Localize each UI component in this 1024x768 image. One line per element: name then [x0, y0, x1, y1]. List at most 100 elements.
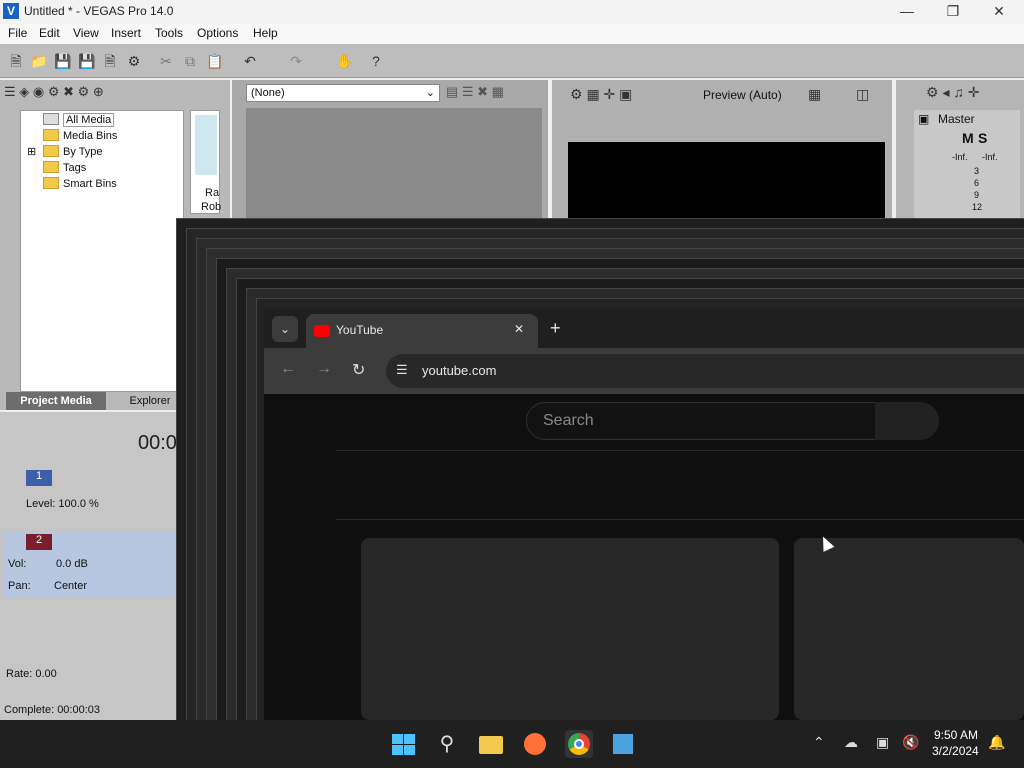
volume-muted-icon[interactable]: 🔇	[902, 734, 919, 751]
tree-expand-by-type[interactable]: ⊞	[27, 145, 36, 158]
back-arrow-icon[interactable]: ←	[280, 360, 296, 378]
clock-date[interactable]: 3/2/2024	[932, 744, 979, 758]
track-list-panel: 00:0 1 Level: 100.0 % 2 Vol: 0.0 dB Pan:…	[0, 412, 177, 720]
new-tab-plus-icon[interactable]: +	[550, 318, 561, 339]
address-url: youtube.com	[422, 363, 497, 378]
tab-project-media[interactable]: Project Media	[6, 392, 106, 410]
master-bus-panel: ⚙ ◂ ♫ ✛ ▣ Master M S -Inf. -Inf. 3 6 9 1…	[896, 80, 1024, 220]
preview-mode-dropdown[interactable]: Preview (Auto)	[703, 88, 782, 102]
minimize-button[interactable]: —	[884, 0, 930, 24]
track-2-header[interactable]: 2 Vol: 0.0 dB Pan: Center	[4, 532, 176, 598]
tab-explorer[interactable]: Explorer	[120, 392, 180, 410]
tree-item-media-bins[interactable]: Media Bins	[43, 129, 117, 142]
trimmer-dropdown-value: (None)	[251, 87, 285, 99]
video-card[interactable]	[361, 538, 779, 720]
menu-view[interactable]: View	[73, 26, 99, 40]
tab-youtube[interactable]: YouTube ✕	[306, 314, 538, 348]
undo-icon[interactable]: ↶	[242, 53, 258, 69]
search-icon[interactable]: ⚲	[433, 730, 461, 758]
notification-bell-icon[interactable]: 🔔	[988, 734, 1005, 751]
copy-icon[interactable]: ⧉	[182, 53, 198, 69]
vol-label: Vol:	[8, 558, 27, 570]
title-bar: V Untitled * - VEGAS Pro 14.0 — ❐ ✕	[0, 0, 1024, 24]
master-left-level: -Inf.	[952, 152, 968, 162]
clock-time[interactable]: 9:50 AM	[934, 728, 978, 742]
edit-tool-icon[interactable]: ✋	[336, 53, 353, 69]
solo-button[interactable]: S	[978, 130, 987, 146]
firefox-icon[interactable]	[521, 730, 549, 758]
tab-search-chevron-icon[interactable]: ⌄	[272, 316, 298, 342]
meter-tick: 12	[972, 202, 983, 212]
help-question-icon[interactable]: ?	[368, 53, 384, 69]
folder-icon	[43, 161, 59, 173]
master-toolbar-icons[interactable]: ⚙ ◂ ♫ ✛	[926, 84, 979, 101]
rate-label: Rate: 0.00	[6, 668, 57, 680]
paste-icon[interactable]: 📋	[206, 53, 223, 69]
pan-label: Pan:	[8, 580, 31, 592]
save-as-icon[interactable]: 💾	[78, 53, 95, 69]
menu-insert[interactable]: Insert	[111, 26, 141, 40]
track-1-header[interactable]: 1 Level: 100.0 %	[4, 468, 176, 530]
tree-item-smart-bins[interactable]: Smart Bins	[43, 177, 117, 190]
trimmer-toolbar-icons[interactable]: ▤ ☰ ✖ ▦	[446, 84, 504, 100]
youtube-search-input[interactable]: Search	[526, 402, 876, 440]
address-bar[interactable]: ☰ youtube.com	[386, 354, 1024, 388]
meter-tick: 3	[974, 166, 980, 176]
chrome-toolbar: ← → ↻ ☰ youtube.com	[264, 348, 1024, 394]
mute-button[interactable]: M	[962, 130, 974, 146]
save-icon[interactable]: 💾	[54, 53, 71, 69]
preview-screen	[568, 142, 885, 220]
file-explorer-icon[interactable]	[477, 730, 505, 758]
tree-item-by-type[interactable]: By Type	[43, 145, 103, 158]
vegas-pro-icon[interactable]	[609, 730, 637, 758]
open-folder-icon[interactable]: 📁	[30, 53, 47, 69]
tree-item-all-media[interactable]: All Media	[43, 113, 115, 127]
preview-toolbar-icons[interactable]: ⚙ ▦ ✛ ▣	[570, 86, 632, 103]
maximize-button[interactable]: ❐	[930, 0, 976, 24]
trimmer-dropdown[interactable]: (None) ⌄	[246, 84, 440, 102]
cut-icon[interactable]: ✂	[158, 53, 174, 69]
menu-tools[interactable]: Tools	[155, 26, 183, 40]
video-card[interactable]	[794, 538, 1024, 720]
redo-icon[interactable]: ↷	[288, 53, 304, 69]
chrome-window: ⌄ YouTube ✕ + ← → ↻ ☰ youtube.com Search	[264, 308, 1024, 720]
new-file-icon[interactable]: 🗎	[8, 53, 24, 69]
header-divider	[336, 450, 1024, 451]
trimmer-area[interactable]	[246, 108, 542, 218]
show-hidden-icons-chevron-icon[interactable]: ⌃	[813, 734, 825, 751]
tree-item-tags[interactable]: Tags	[43, 161, 86, 174]
window-title: Untitled * - VEGAS Pro 14.0	[24, 4, 174, 18]
close-button[interactable]: ✕	[976, 0, 1022, 24]
menu-edit[interactable]: Edit	[39, 26, 60, 40]
menu-options[interactable]: Options	[197, 26, 238, 40]
menu-help[interactable]: Help	[253, 26, 278, 40]
menu-bar: File Edit View Insert Tools Options Help	[0, 24, 1024, 44]
video-preview-panel: ⚙ ▦ ✛ ▣ Preview (Auto) ▦ ◫	[552, 80, 892, 220]
windows-start-icon[interactable]	[390, 730, 418, 758]
cloud-offline-icon[interactable]: ☁	[844, 734, 858, 751]
master-label: Master	[938, 112, 975, 126]
forward-arrow-icon[interactable]: →	[316, 360, 332, 378]
media-icon	[43, 113, 59, 125]
tab-close-icon[interactable]: ✕	[514, 322, 524, 336]
chrome-tab-strip: ⌄ YouTube ✕ +	[264, 308, 1024, 348]
properties-gear-icon[interactable]: ⚙	[126, 53, 142, 69]
vegas-app-icon: V	[3, 3, 19, 19]
pan-value: Center	[54, 580, 88, 592]
grid-icon[interactable]: ▦	[808, 86, 821, 103]
menu-file[interactable]: File	[8, 26, 27, 40]
render-icon[interactable]: 🗎	[102, 53, 118, 69]
meter-tick: 9	[974, 190, 980, 200]
copy-frame-icon[interactable]: ◫	[856, 86, 869, 103]
network-icon[interactable]: ▣	[876, 734, 889, 751]
site-info-icon[interactable]: ☰	[396, 362, 408, 378]
master-icon: ▣	[918, 112, 930, 126]
folder-icon	[43, 177, 59, 189]
thumbnail-image	[195, 115, 217, 175]
folder-icon	[43, 145, 59, 157]
media-thumbnail[interactable]: Ra Rob	[190, 110, 221, 214]
reload-icon[interactable]: ↻	[352, 360, 365, 380]
youtube-search-button[interactable]	[875, 402, 939, 440]
meter-tick: 6	[974, 178, 980, 188]
chrome-icon[interactable]	[565, 730, 593, 758]
